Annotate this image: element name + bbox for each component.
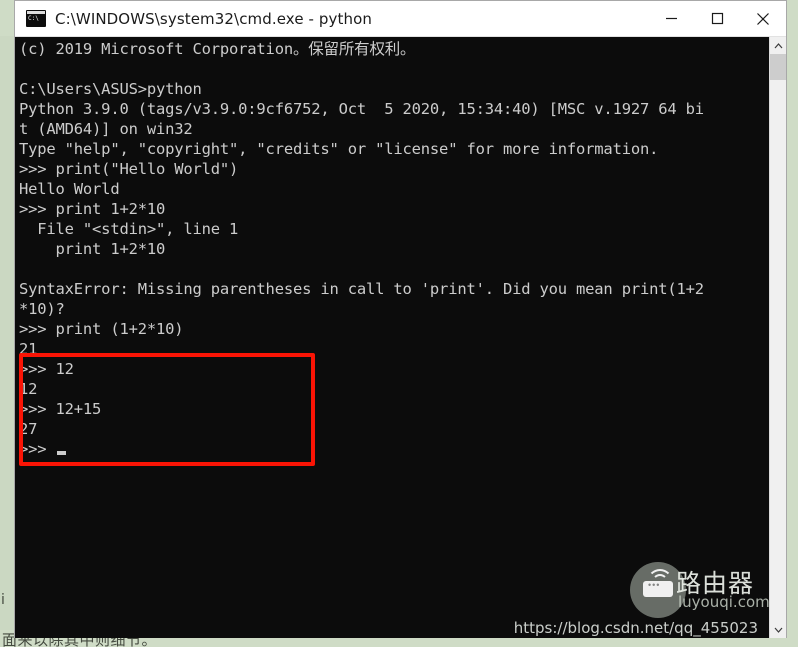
console-line: Type "help", "copyright", "credits" or "…	[19, 140, 659, 158]
title-bar[interactable]: C:\WINDOWS\system32\cmd.exe - python	[15, 1, 786, 37]
close-button[interactable]	[740, 1, 786, 36]
console-line: Hello World	[19, 180, 120, 198]
console-line: (c) 2019 Microsoft Corporation。保留所有权利。	[19, 40, 416, 58]
scroll-down-button[interactable]	[770, 621, 786, 638]
router-signal-icon	[630, 562, 686, 618]
cmd-console-icon	[26, 10, 46, 27]
console-line: *10)?	[19, 300, 65, 318]
desktop-left-strip	[0, 36, 14, 647]
console-line: >>> print 1+2*10	[19, 200, 166, 218]
console-line: >>> print (1+2*10)	[19, 320, 184, 338]
console-line: C:\Users\ASUS>python	[19, 80, 202, 98]
red-highlight-rectangle	[19, 353, 315, 466]
maximize-button[interactable]	[694, 1, 740, 36]
desktop-background: i 面来以除其中则细节。 C:\WINDOWS\system32\cmd.exe…	[0, 0, 798, 647]
watermark-subtitle: luyouqi.com	[678, 593, 770, 611]
signal-wave-inner	[652, 574, 668, 590]
router-body-icon	[643, 580, 673, 597]
console-line: >>> print("Hello World")	[19, 160, 239, 178]
watermark-title: 路由器	[676, 569, 755, 598]
watermark: 路由器 luyouqi.com	[630, 560, 782, 622]
vertical-scrollbar[interactable]	[769, 37, 786, 638]
chevron-down-icon	[774, 627, 782, 633]
minimize-icon	[665, 17, 677, 20]
desktop-left-text-fragment: i	[1, 592, 5, 608]
close-icon	[757, 12, 769, 25]
console-line: t (AMD64)] on win32	[19, 120, 193, 138]
window-controls	[648, 1, 786, 36]
console-line: print 1+2*10	[19, 240, 166, 258]
console-line: File "<stdin>", line 1	[19, 220, 239, 238]
console-output-area[interactable]: (c) 2019 Microsoft Corporation。保留所有权利。 C…	[15, 37, 786, 638]
maximize-icon	[711, 12, 723, 25]
console-line: Python 3.9.0 (tags/v3.9.0:9cf6752, Oct 5…	[19, 100, 704, 118]
scroll-up-button[interactable]	[770, 37, 786, 54]
cmd-window: C:\WINDOWS\system32\cmd.exe - python	[14, 0, 787, 638]
watermark-url: https://blog.csdn.net/qq_455023	[513, 619, 758, 637]
signal-wave-outer	[647, 569, 673, 595]
scrollbar-thumb[interactable]	[770, 54, 786, 80]
minimize-button[interactable]	[648, 1, 694, 36]
chevron-up-icon	[774, 42, 782, 48]
window-title: C:\WINDOWS\system32\cmd.exe - python	[55, 9, 372, 28]
console-line: SyntaxError: Missing parentheses in call…	[19, 280, 704, 298]
